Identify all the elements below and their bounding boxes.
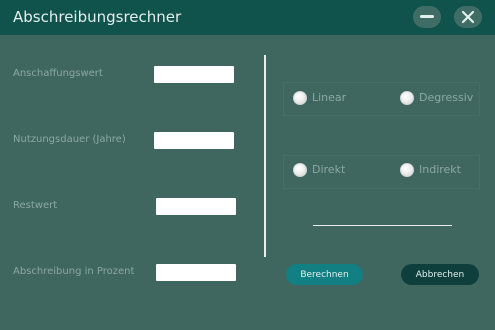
- radio-direct[interactable]: Direkt: [293, 163, 345, 177]
- radio-linear[interactable]: Linear: [293, 91, 346, 105]
- radio-button-icon[interactable]: [293, 91, 307, 105]
- calculate-button[interactable]: Berechnen: [286, 264, 363, 285]
- depreciation-percent-label: Abschreibung in Prozent: [13, 266, 135, 277]
- useful-life-label: Nutzungsdauer (Jahre): [13, 134, 126, 145]
- title-bar: Abschreibungsrechner: [0, 0, 495, 35]
- close-button[interactable]: [454, 6, 482, 28]
- close-icon: [461, 10, 475, 24]
- acquisition-value-input[interactable]: [154, 66, 234, 83]
- radio-degressive[interactable]: Degressiv: [400, 91, 473, 105]
- vertical-divider: [264, 55, 266, 257]
- radio-linear-label: Linear: [312, 91, 347, 104]
- useful-life-input[interactable]: [154, 132, 234, 149]
- residual-value-label: Restwert: [13, 200, 58, 211]
- radio-direct-label: Direkt: [312, 163, 346, 176]
- minimize-button[interactable]: [413, 6, 441, 28]
- minimize-icon: [420, 15, 434, 18]
- radio-button-icon[interactable]: [400, 91, 414, 105]
- depreciation-percent-input[interactable]: [156, 264, 236, 281]
- acquisition-value-label: Anschaffungswert: [13, 68, 103, 79]
- radio-indirect[interactable]: Indirekt: [400, 163, 461, 177]
- cancel-button[interactable]: Abbrechen: [401, 264, 479, 285]
- result-line: [313, 225, 452, 226]
- window-title: Abschreibungsrechner: [13, 8, 182, 26]
- radio-degressive-label: Degressiv: [419, 91, 474, 104]
- radio-button-icon[interactable]: [293, 163, 307, 177]
- radio-button-icon[interactable]: [400, 163, 414, 177]
- radio-indirect-label: Indirekt: [419, 163, 461, 176]
- residual-value-input[interactable]: [156, 198, 236, 215]
